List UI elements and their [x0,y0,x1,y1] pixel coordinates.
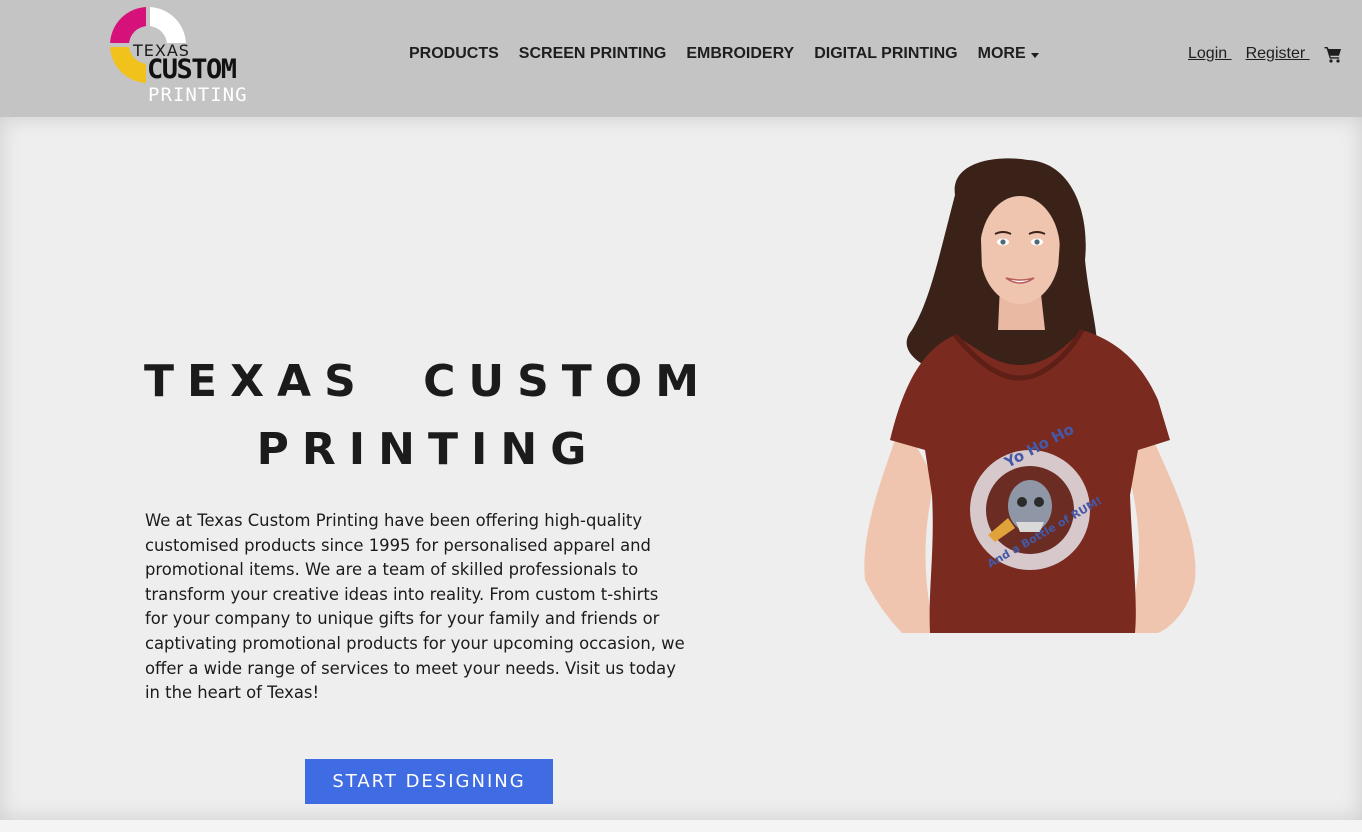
nav-item-embroidery[interactable]: EMBROIDERY [686,45,794,63]
nav-item-label: PRODUCTS [409,45,499,62]
nav-item-label: DIGITAL PRINTING [814,45,958,62]
nav-item-label: SCREEN PRINTING [518,45,667,62]
nav-item-more[interactable]: MORE [978,45,1039,63]
login-link[interactable]: Login [1188,45,1232,63]
nav-item-products[interactable]: PRODUCTS [409,45,499,63]
site-header: TEXAS CUSTOM PRINTING PRODUCTS SCREEN PR… [0,0,1362,117]
caret-down-icon [1030,52,1039,58]
nav-item-screen-printing[interactable]: SCREEN PRINTING [519,45,667,63]
nav-item-digital-printing[interactable]: DIGITAL PRINTING [814,45,957,63]
hero-title: TEXAS CUSTOM PRINTING [144,356,712,475]
shopping-cart-icon[interactable] [1324,45,1342,63]
register-link[interactable]: Register [1246,45,1310,63]
hero-bottom-strip [0,820,1362,832]
account-links: Login Register [1188,45,1342,63]
model-tshirt-photo: Yo Ho Ho And a Bottle of RUM! [864,158,1196,633]
main-nav: PRODUCTS SCREEN PRINTING EMBROIDERY DIGI… [409,44,1059,64]
nav-item-label: EMBROIDERY [686,45,795,62]
brand-logo[interactable]: TEXAS CUSTOM PRINTING [108,5,268,109]
start-designing-button[interactable]: START DESIGNING [305,759,553,804]
nav-item-label: MORE [977,45,1026,62]
logo-text-custom: CUSTOM [147,54,237,85]
hero-description: We at Texas Custom Printing have been of… [145,511,685,703]
logo-text-printing: PRINTING [148,84,248,106]
